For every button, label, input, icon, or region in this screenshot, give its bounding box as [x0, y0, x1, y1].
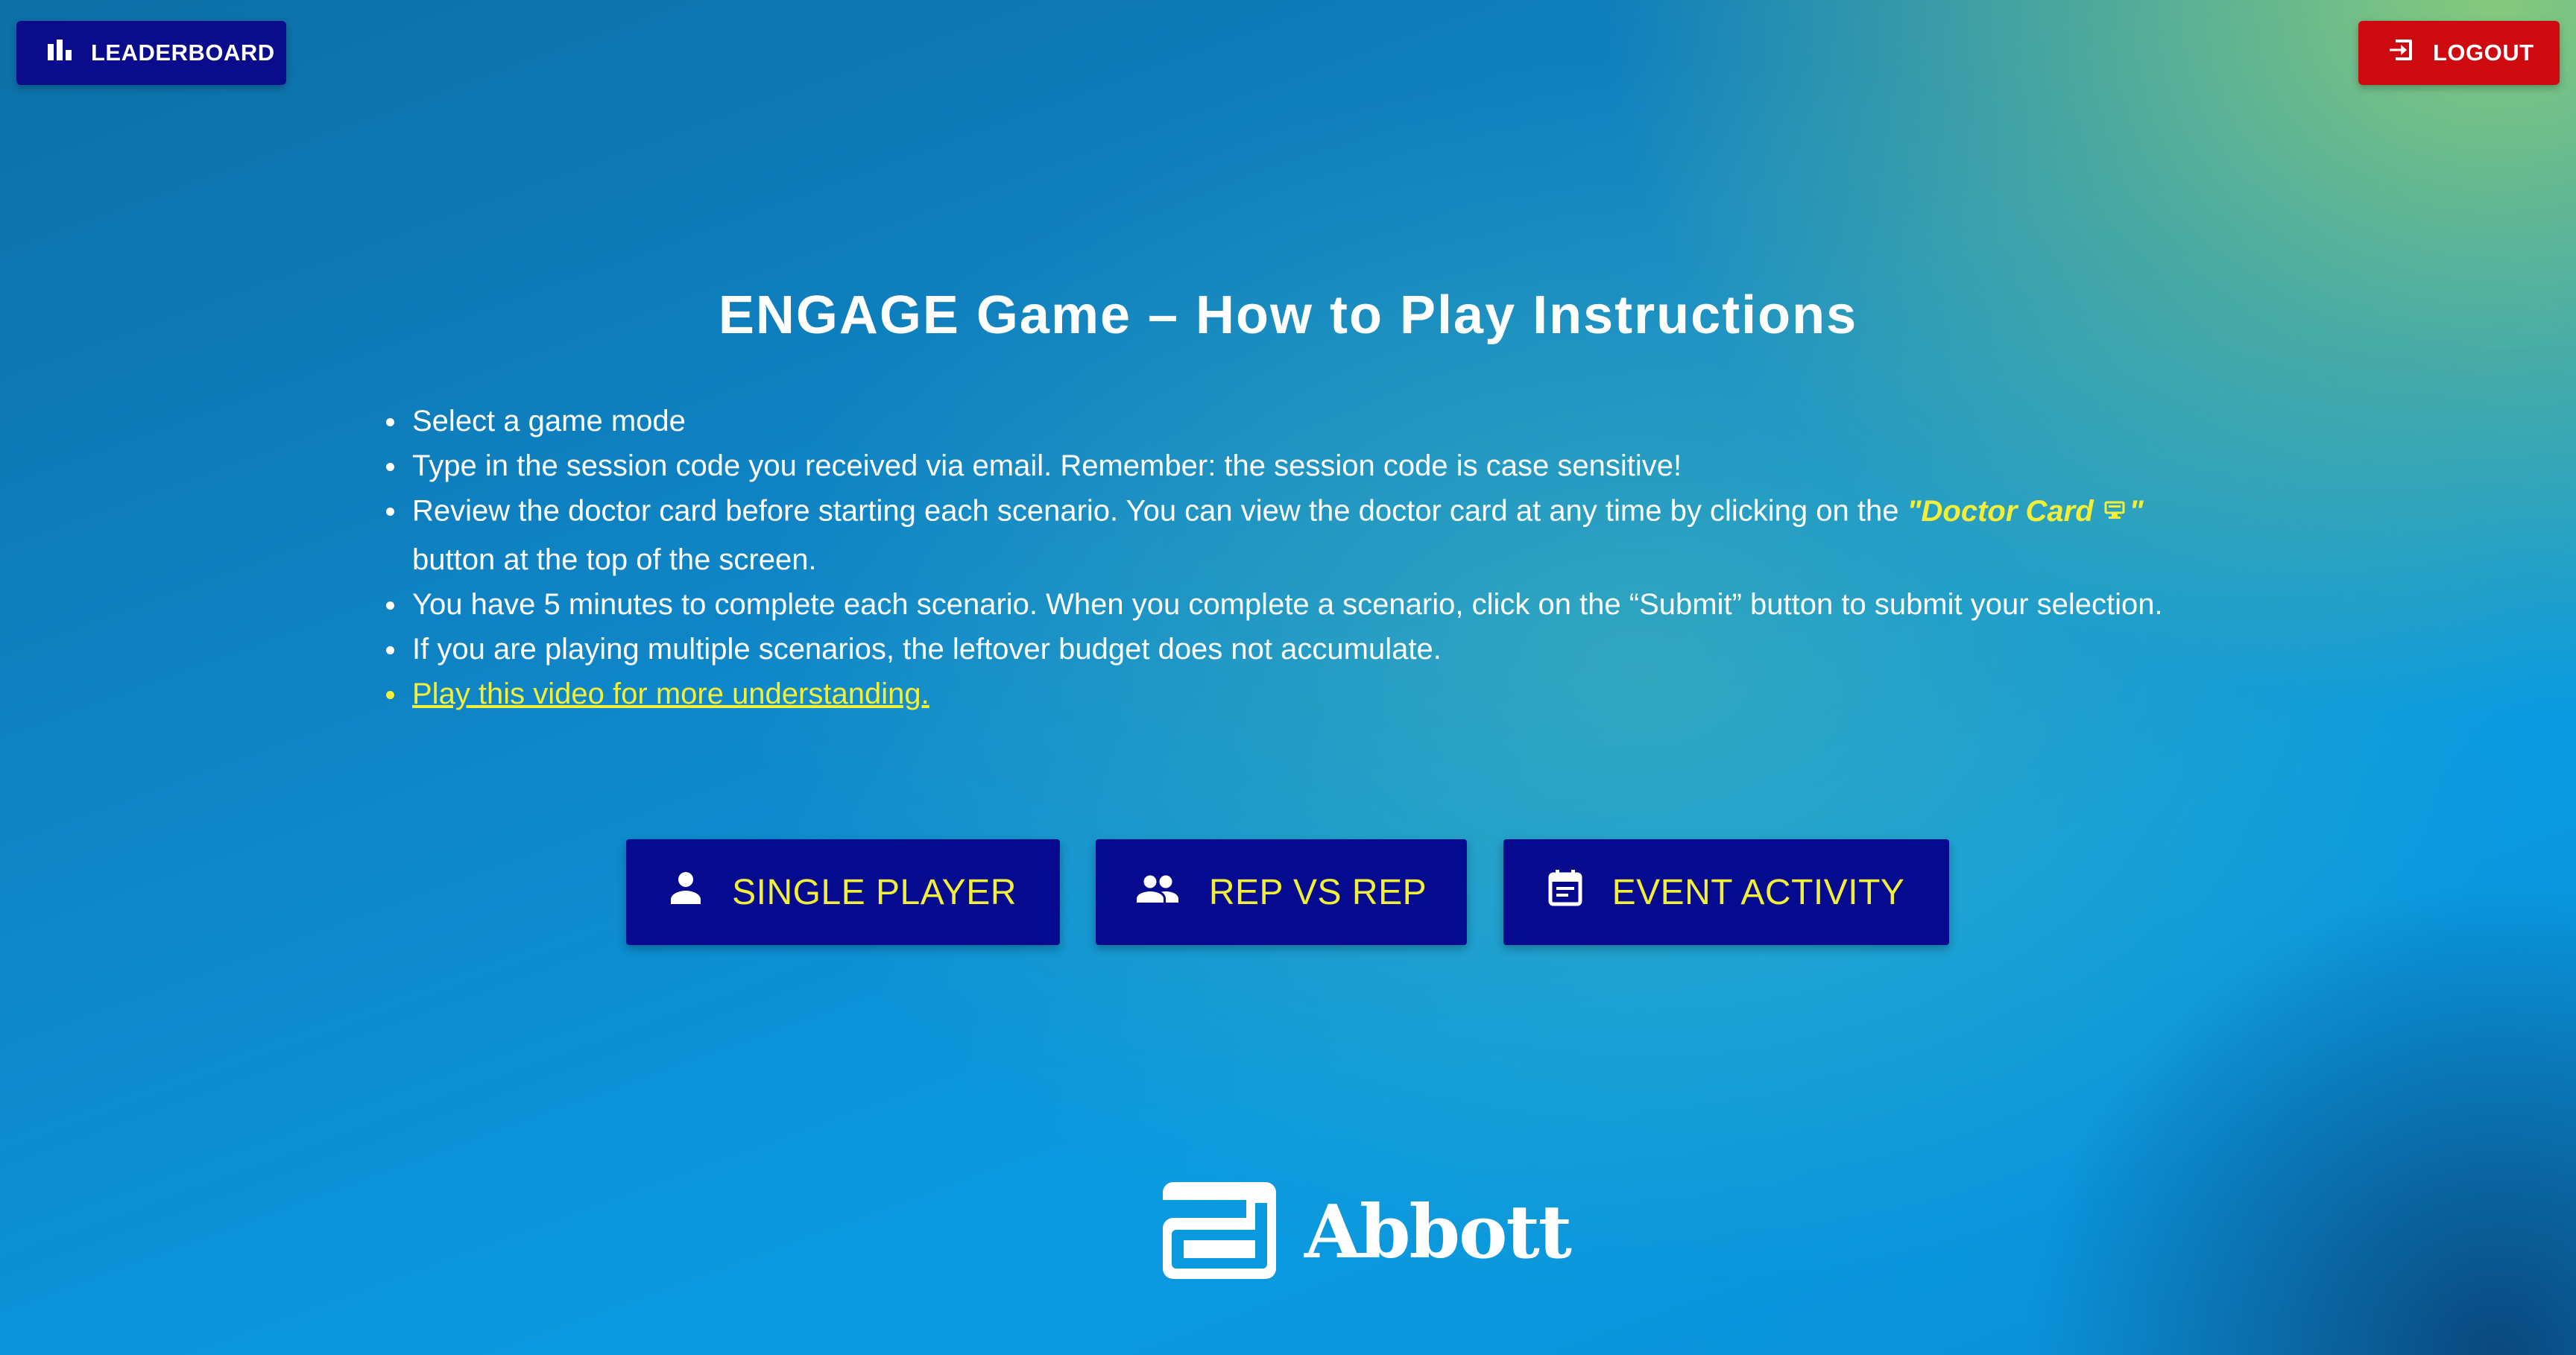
instruction-item: Type in the session code you received vi… — [384, 443, 2247, 488]
instruction-item: Select a game mode — [384, 399, 2247, 443]
calendar-icon — [1548, 869, 1582, 915]
instructions-list: Select a game mode Type in the session c… — [384, 399, 2247, 716]
logout-label: LOGOUT — [2433, 40, 2534, 66]
logout-icon — [2388, 37, 2415, 69]
logout-button[interactable]: LOGOUT — [2358, 21, 2560, 85]
abbott-logo-text: Abbott — [1304, 1189, 1572, 1275]
instruction-item: If you are playing multiple scenarios, t… — [384, 627, 2247, 672]
single-player-label: SINGLE PLAYER — [732, 872, 1017, 912]
event-activity-label: EVENT ACTIVITY — [1611, 872, 1905, 912]
rep-vs-rep-button[interactable]: REP VS REP — [1096, 839, 1467, 945]
bar-chart-icon — [46, 38, 73, 68]
abbott-logo: Abbott — [1157, 1181, 1572, 1284]
leaderboard-button[interactable]: LEADERBOARD — [16, 21, 286, 85]
single-player-button[interactable]: SINGLE PLAYER — [626, 839, 1060, 945]
person-icon — [669, 870, 702, 915]
abbott-logo-mark — [1157, 1181, 1282, 1284]
doctor-card-reference: "Doctor Card " — [1907, 495, 2144, 528]
group-icon — [1136, 872, 1179, 913]
instruction-item: You have 5 minutes to complete each scen… — [384, 582, 2247, 627]
doctor-card-icon — [2104, 488, 2125, 533]
rep-vs-rep-label: REP VS REP — [1208, 872, 1427, 912]
video-link[interactable]: Play this video for more understanding. — [412, 678, 929, 710]
leaderboard-label: LEADERBOARD — [91, 40, 275, 66]
event-activity-button[interactable]: EVENT ACTIVITY — [1503, 839, 1949, 945]
page-title: ENGAGE Game – How to Play Instructions — [718, 285, 1858, 345]
instruction-item: Review the doctor card before starting e… — [384, 488, 2247, 582]
instruction-item: Play this video for more understanding. — [384, 672, 2247, 716]
